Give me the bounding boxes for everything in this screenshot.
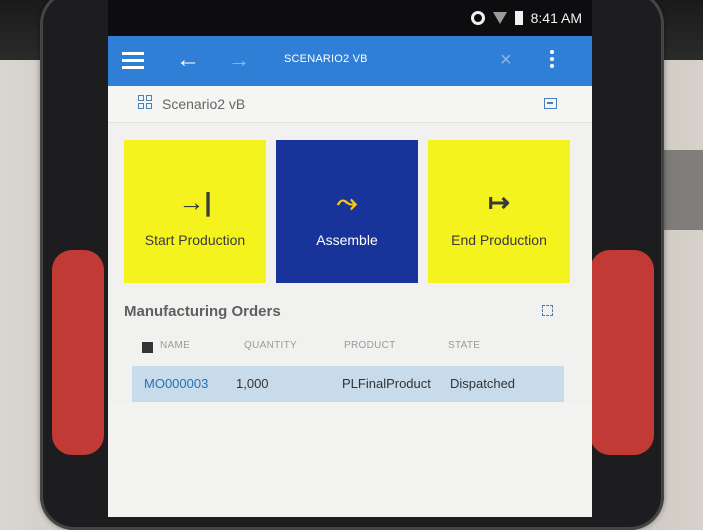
assemble-icon: ⤳ [336,187,358,217]
close-icon[interactable]: × [500,49,512,71]
column-header-state[interactable]: STATE [448,340,480,351]
end-production-tile[interactable]: ↦ End Production [428,140,570,283]
wifi-icon [492,12,507,24]
app-bar-title: SCENARIO2 VB [284,53,368,65]
start-production-icon: →| [178,187,212,217]
start-production-label: Start Production [144,232,246,248]
status-bar: 8:41 AM [108,0,592,36]
scenario-title: Scenario2 vB [162,96,246,112]
end-production-icon: ↦ [488,187,510,217]
more-vertical-icon[interactable] [550,50,554,70]
forward-arrow-icon[interactable]: → [228,48,250,72]
panel-toggle-icon[interactable] [544,98,557,109]
order-product: PLFinalProduct [342,376,431,391]
app-bar: ← → SCENARIO2 VB × [108,36,592,86]
sub-header: Scenario2 vB [108,86,592,123]
column-header-quantity[interactable]: QUANTITY [244,340,297,351]
order-state: Dispatched [450,376,516,391]
column-header-product[interactable]: PRODUCT [344,340,396,351]
order-name[interactable]: MO000003 [144,376,208,391]
device-bumper-left [52,250,104,455]
assemble-label: Assemble [316,232,378,248]
status-time: 8:41 AM [530,10,582,26]
select-all-checkbox[interactable] [142,342,153,353]
end-production-label: End Production [451,232,547,248]
hamburger-menu-icon[interactable] [122,52,144,70]
start-production-tile[interactable]: →| Start Production [124,140,266,283]
layout-grid-icon [138,95,154,111]
device-screen: 8:41 AM ← → SCENARIO2 VB × Scenario2 vB … [108,0,592,517]
column-header-name[interactable]: NAME [160,340,190,351]
expand-icon[interactable] [542,305,553,316]
back-arrow-icon[interactable]: ← [176,48,200,72]
manufacturing-orders-title: Manufacturing Orders [124,303,281,320]
order-quantity: 1,000 [236,376,269,391]
assemble-tile[interactable]: ⤳ Assemble [276,140,418,283]
table-row[interactable]: MO000003 1,000 PLFinalProduct Dispatched [132,366,564,402]
empty-content-area [108,402,592,517]
sync-icon [470,11,485,25]
device-bumper-right [590,250,654,455]
table-header: NAME QUANTITY PRODUCT STATE [132,334,564,358]
battery-icon [514,11,523,25]
